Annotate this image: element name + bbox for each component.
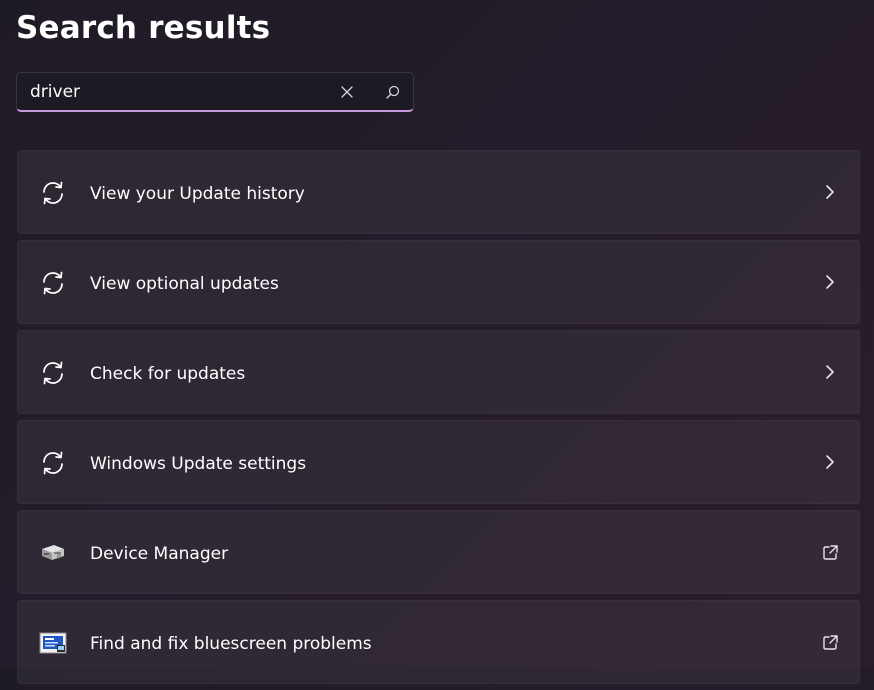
chevron-right-icon [821,183,839,201]
sync-icon [38,178,68,208]
result-device-manager[interactable]: Device Manager [17,510,860,594]
external-link-icon [821,633,839,651]
sync-icon [38,448,68,478]
chevron-right-icon [821,273,839,291]
result-label: Device Manager [90,544,229,564]
result-view-optional-updates[interactable]: View optional updates [17,240,860,324]
search-results-list: View your Update history View optional u… [17,150,860,690]
chevron-right-icon [821,363,839,381]
search-box[interactable] [16,72,414,112]
result-find-fix-bluescreen[interactable]: Find and fix bluescreen problems [17,600,860,684]
search-icon [386,85,400,99]
result-check-for-updates[interactable]: Check for updates [17,330,860,414]
result-label: Windows Update settings [90,454,307,474]
chevron-right-icon [821,453,839,471]
device-manager-icon [38,538,68,568]
search-button[interactable] [381,81,405,103]
result-label: Check for updates [90,364,246,384]
sync-icon [38,268,68,298]
result-windows-update-settings[interactable]: Windows Update settings [17,420,860,504]
troubleshoot-screen-icon [38,628,68,658]
page-title: Search results [16,10,271,46]
result-label: View your Update history [90,184,305,204]
search-input[interactable] [30,81,330,103]
external-link-icon [821,543,839,561]
result-view-update-history[interactable]: View your Update history [17,150,860,234]
result-label: View optional updates [90,274,279,294]
result-label: Find and fix bluescreen problems [90,634,372,654]
close-icon [341,86,353,98]
clear-search-button[interactable] [335,81,359,103]
sync-icon [38,358,68,388]
